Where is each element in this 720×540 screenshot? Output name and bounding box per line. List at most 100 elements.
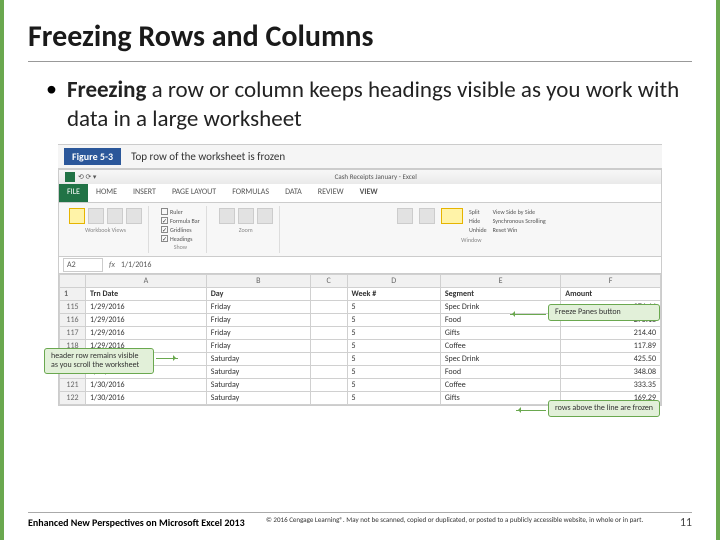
header-row: 1Trn DateDayWeek #SegmentAmount xyxy=(60,287,661,300)
cell[interactable]: Friday xyxy=(206,300,310,313)
cell[interactable] xyxy=(310,391,347,404)
formula-bar: A2 fx 1/1/2016 xyxy=(59,257,661,274)
arrange-all-icon[interactable] xyxy=(419,208,435,224)
excel-logo-icon xyxy=(65,172,75,182)
normal-view-icon[interactable] xyxy=(69,208,85,224)
cell[interactable]: Week # xyxy=(347,287,440,300)
cell[interactable]: 5 xyxy=(347,313,440,326)
ribbon-group-show: RulerFormula BarGridlinesHeadings Show xyxy=(155,206,207,253)
cell[interactable] xyxy=(310,326,347,339)
custom-views-icon[interactable] xyxy=(126,208,142,224)
cell[interactable]: Saturday xyxy=(206,352,310,365)
footer-book-title: Enhanced New Perspectives on Microsoft E… xyxy=(28,516,258,529)
cell[interactable]: Gifts xyxy=(440,326,560,339)
cell[interactable]: 1/29/2016 xyxy=(86,300,207,313)
callout-arrow xyxy=(516,410,546,411)
window-hide[interactable]: Hide xyxy=(469,217,487,225)
cell[interactable]: 425.50 xyxy=(561,352,661,365)
cell[interactable]: 348.08 xyxy=(561,365,661,378)
table-row: 1171/29/2016Friday 5Gifts214.40 xyxy=(60,326,661,339)
callout-freeze-button: Freeze Panes button xyxy=(548,304,660,321)
window-opt[interactable]: Synchronous Scrolling xyxy=(493,217,546,225)
cell[interactable]: Day xyxy=(206,287,310,300)
freeze-panes-button[interactable] xyxy=(441,208,463,224)
cell[interactable]: 5 xyxy=(347,352,440,365)
ribbon-tab-review[interactable]: REVIEW xyxy=(310,184,352,202)
name-box[interactable]: A2 xyxy=(63,258,103,272)
cell[interactable]: 333.35 xyxy=(561,378,661,391)
cell[interactable]: Spec Drink xyxy=(440,300,560,313)
cell[interactable]: 5 xyxy=(347,378,440,391)
cell[interactable] xyxy=(310,313,347,326)
col-header: C xyxy=(310,274,347,287)
cell[interactable] xyxy=(310,339,347,352)
cell[interactable] xyxy=(310,287,347,300)
cell[interactable]: 1/29/2016 xyxy=(86,313,207,326)
zoom-100-icon[interactable] xyxy=(238,208,254,224)
cell[interactable]: Friday xyxy=(206,326,310,339)
cell[interactable]: Spec Drink xyxy=(440,352,560,365)
fx-icon[interactable]: fx xyxy=(109,260,115,270)
cell[interactable]: Saturday xyxy=(206,365,310,378)
ribbon-tab-page-layout[interactable]: PAGE LAYOUT xyxy=(164,184,224,202)
page-number: 11 xyxy=(668,516,692,530)
callout-header-visible: header row remains visible as you scroll… xyxy=(44,348,154,374)
cell[interactable]: 1/29/2016 xyxy=(86,326,207,339)
cell[interactable]: 5 xyxy=(347,365,440,378)
cell[interactable]: 5 xyxy=(347,391,440,404)
ribbon-tab-file[interactable]: FILE xyxy=(59,184,88,202)
ribbon-tabs: FILEHOMEINSERTPAGE LAYOUTFORMULASDATAREV… xyxy=(59,184,661,203)
formula-value: 1/1/2016 xyxy=(121,260,152,270)
cell[interactable]: Trn Date xyxy=(86,287,207,300)
ribbon-tab-view[interactable]: VIEW xyxy=(352,184,386,202)
bullet-item: • Freezing a row or column keeps heading… xyxy=(46,76,692,134)
checkbox-headings[interactable]: Headings xyxy=(161,235,200,243)
callout-arrow xyxy=(510,314,546,315)
cell[interactable]: Amount xyxy=(561,287,661,300)
cell[interactable]: Food xyxy=(440,365,560,378)
cell[interactable] xyxy=(310,352,347,365)
checkbox-ruler[interactable]: Ruler xyxy=(161,208,200,216)
ribbon-tab-formulas[interactable]: FORMULAS xyxy=(224,184,277,202)
doc-title: Cash Receipts January - Excel xyxy=(335,172,417,181)
pagebreak-view-icon[interactable] xyxy=(88,208,104,224)
pagelayout-view-icon[interactable] xyxy=(107,208,123,224)
cell[interactable]: Saturday xyxy=(206,391,310,404)
cell[interactable]: 1/30/2016 xyxy=(86,391,207,404)
cell[interactable]: 5 xyxy=(347,339,440,352)
cell[interactable]: 1/30/2016 xyxy=(86,378,207,391)
checkbox-gridlines[interactable]: Gridlines xyxy=(161,226,200,234)
window-split[interactable]: Split xyxy=(469,208,487,216)
row-number: 116 xyxy=(60,313,86,326)
cell[interactable]: Gifts xyxy=(440,391,560,404)
ribbon-tab-home[interactable]: HOME xyxy=(88,184,125,202)
figure-label: Figure 5-3 xyxy=(64,148,121,165)
window-unhide[interactable]: Unhide xyxy=(469,226,487,234)
ribbon-tab-insert[interactable]: INSERT xyxy=(125,184,164,202)
cell[interactable]: 5 xyxy=(347,300,440,313)
cell[interactable]: Friday xyxy=(206,313,310,326)
callout-arrow xyxy=(156,358,178,359)
cell[interactable]: 117.89 xyxy=(561,339,661,352)
col-header: F xyxy=(561,274,661,287)
cell[interactable]: Friday xyxy=(206,339,310,352)
cell[interactable]: Coffee xyxy=(440,378,560,391)
cell[interactable] xyxy=(310,300,347,313)
row-number: 117 xyxy=(60,326,86,339)
cell[interactable] xyxy=(310,365,347,378)
zoom-selection-icon[interactable] xyxy=(257,208,273,224)
row-number: 122 xyxy=(60,391,86,404)
cell[interactable]: 214.40 xyxy=(561,326,661,339)
window-opt[interactable]: View Side by Side xyxy=(493,208,546,216)
new-window-icon[interactable] xyxy=(397,208,413,224)
row-number: 121 xyxy=(60,378,86,391)
cell[interactable]: Saturday xyxy=(206,378,310,391)
cell[interactable]: Coffee xyxy=(440,339,560,352)
zoom-icon[interactable] xyxy=(219,208,235,224)
cell[interactable] xyxy=(310,378,347,391)
checkbox-formula-bar[interactable]: Formula Bar xyxy=(161,217,200,225)
cell[interactable]: Segment xyxy=(440,287,560,300)
window-opt[interactable]: Reset Win xyxy=(493,226,546,234)
cell[interactable]: 5 xyxy=(347,326,440,339)
ribbon-tab-data[interactable]: DATA xyxy=(277,184,310,202)
